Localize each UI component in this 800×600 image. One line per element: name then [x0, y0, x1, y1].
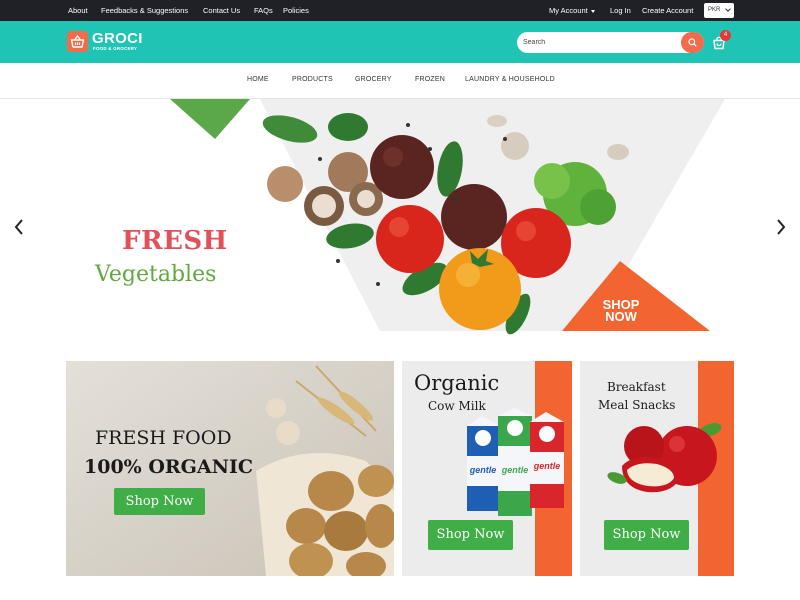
milk-cartons-image: gentle gentle gentle	[467, 408, 564, 516]
login-link[interactable]: Log In	[610, 6, 631, 15]
banner2-shop-now-button[interactable]: Shop Now	[428, 520, 513, 550]
top-bar: About Feedbacks & Suggestions Contact Us…	[0, 0, 800, 21]
hero-shop-now-button[interactable]: SHOP NOW	[600, 298, 642, 324]
banner1-line1: FRESH FOOD	[95, 427, 232, 449]
create-account-link[interactable]: Create Account	[642, 6, 693, 15]
nav-item-laundry-household[interactable]: LAUNDRY & HOUSEHOLD	[465, 76, 555, 83]
logo-subtitle: FOOD & GROCERY	[93, 46, 138, 51]
banner2-title: Organic	[414, 371, 500, 395]
carton-brand-blue: gentle	[469, 465, 497, 475]
banner3-subtitle: Meal Snacks	[598, 398, 676, 412]
my-account-label: My Account	[549, 6, 588, 15]
chevron-right-icon[interactable]	[774, 218, 788, 236]
chevron-down-icon	[725, 6, 731, 12]
banner-fresh-food[interactable]: FRESH FOOD 100% ORGANIC Shop Now	[66, 361, 394, 576]
chevron-left-icon[interactable]	[12, 218, 26, 236]
hero-headline: FRESH	[122, 226, 228, 256]
topbar-link-policies[interactable]: Policies	[283, 6, 309, 15]
banner3-title: Breakfast	[607, 380, 666, 394]
my-account-dropdown[interactable]: My Account	[549, 6, 595, 15]
nav-item-grocery[interactable]: GROCERY	[355, 76, 392, 83]
basket-icon	[70, 34, 85, 48]
main-nav: HOME PRODUCTS GROCERY FROZEN LAUNDRY & H…	[0, 63, 800, 99]
search-input[interactable]	[523, 36, 673, 49]
carton-brand-red: gentle	[533, 461, 561, 471]
hero-vegetables-image	[170, 99, 725, 335]
hero-subheadline: Vegetables	[95, 262, 217, 287]
banner3-shop-now-button[interactable]: Shop Now	[604, 520, 689, 550]
currency-value: PKR	[708, 7, 721, 13]
topbar-link-feedbacks[interactable]: Feedbacks & Suggestions	[101, 6, 188, 15]
banner1-line2: 100% ORGANIC	[84, 456, 254, 478]
topbar-link-contact[interactable]: Contact Us	[203, 6, 240, 15]
banner-organic-milk[interactable]: Organic Cow Milk gentle gentle gentle Sh…	[402, 361, 572, 576]
hero-slider: FRESH Vegetables SHOP NOW	[0, 99, 800, 335]
nav-item-products[interactable]: PRODUCTS	[292, 76, 333, 83]
search-icon	[688, 38, 697, 47]
carton-brand-green: gentle	[501, 465, 529, 475]
apples-image	[607, 423, 722, 493]
topbar-link-about[interactable]: About	[68, 6, 88, 15]
banner-breakfast-snacks[interactable]: Breakfast Meal Snacks Shop Now	[580, 361, 734, 576]
currency-select[interactable]: PKR	[704, 3, 734, 18]
logo[interactable]	[67, 31, 88, 52]
search-button[interactable]	[681, 32, 704, 53]
search-bar	[517, 32, 704, 53]
nav-item-frozen[interactable]: FROZEN	[415, 76, 445, 83]
caret-down-icon	[590, 9, 595, 13]
banner1-shop-now-button[interactable]: Shop Now	[114, 488, 205, 515]
header: GROCI FOOD & GROCERY 4	[0, 21, 800, 63]
hero-cta-line2: NOW	[605, 309, 637, 324]
cart-count-badge: 4	[720, 30, 731, 41]
logo-title: GROCI	[92, 30, 143, 47]
topbar-link-faqs[interactable]: FAQs	[254, 6, 273, 15]
nav-item-home[interactable]: HOME	[247, 76, 269, 83]
